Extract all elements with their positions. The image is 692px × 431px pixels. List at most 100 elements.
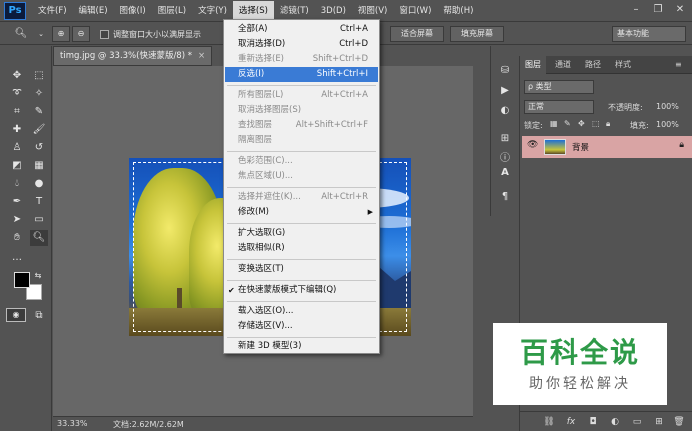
foreground-color-swatch[interactable] [14, 272, 30, 288]
adjustments-panel-icon[interactable]: ◐ [495, 102, 515, 120]
type-tool-icon[interactable]: T [30, 194, 48, 210]
magic-wand-icon[interactable]: ✧ [30, 86, 48, 102]
minimize-icon[interactable]: – [628, 2, 644, 18]
history-panel-icon[interactable]: ⛁ [495, 62, 515, 80]
menu-item-deselect[interactable]: 取消选择(D) Ctrl+D [225, 37, 378, 52]
menu-help[interactable]: 帮助(H) [437, 1, 479, 21]
swap-colors-icon[interactable]: ⇆ [32, 268, 44, 284]
eyedropper-icon[interactable]: ✎ [30, 104, 48, 120]
menu-item-modify[interactable]: 修改(M) ▶ [225, 205, 378, 220]
zoom-out-icon[interactable]: ⊖ [72, 26, 90, 42]
path-select-icon[interactable]: ➤ [8, 212, 26, 228]
adjustment-layer-icon[interactable]: ◐ [608, 415, 622, 429]
link-layers-icon[interactable]: ⛓︎ [542, 415, 556, 429]
menu-3d[interactable]: 3D(D) [315, 1, 352, 21]
zoom-tool-preset-icon[interactable]: 🔍︎ [12, 26, 30, 42]
lock-transparent-icon[interactable]: ▦ [550, 119, 558, 128]
eye-icon[interactable]: 👁︎ [527, 140, 538, 150]
properties-panel-icon[interactable]: ⊞ [495, 130, 515, 148]
menu-item-similar[interactable]: 选取相似(R) [225, 241, 378, 256]
document-title: timg.jpg @ 33.3%(快速蒙版/8) * [60, 51, 192, 61]
tab-layers[interactable]: 图层 [520, 56, 546, 74]
menu-view[interactable]: 视图(V) [352, 1, 393, 21]
tab-styles[interactable]: 样式 [610, 56, 636, 74]
blur-tool-icon[interactable]: 💧︎ [8, 176, 26, 192]
menu-item-find-layers[interactable]: 查找图层 Alt+Shift+Ctrl+F [225, 118, 378, 133]
more-tools-icon[interactable]: … [8, 250, 26, 266]
menu-select[interactable]: 选择(S) [232, 0, 274, 21]
marquee-tool-icon[interactable]: ⬚ [30, 68, 48, 84]
zoom-in-icon[interactable]: ⊕ [52, 26, 70, 42]
zoom-readout[interactable]: 33.33% [57, 419, 88, 428]
menu-item-inverse[interactable]: 反选(I) Shift+Ctrl+I [225, 67, 378, 82]
layer-row-background[interactable]: 👁︎ 背景 🔒︎ [522, 136, 692, 158]
screen-mode-icon[interactable]: ⧉ [30, 308, 48, 324]
menu-edit[interactable]: 编辑(E) [73, 1, 114, 21]
menu-item-focus-area[interactable]: 焦点区域(U)... [225, 169, 378, 184]
history-brush-icon[interactable]: ↺ [30, 140, 48, 156]
hand-tool-icon[interactable]: ✋︎ [8, 230, 26, 246]
brush-tool-icon[interactable]: 🖌︎ [30, 122, 48, 138]
character-panel-icon[interactable]: A [495, 164, 515, 182]
clone-stamp-icon[interactable]: ♙ [8, 140, 26, 156]
eraser-icon[interactable]: ◩ [8, 158, 26, 174]
document-tab[interactable]: timg.jpg @ 33.3%(快速蒙版/8) * × [53, 46, 213, 66]
menu-item-reselect[interactable]: 重新选择(E) Shift+Ctrl+D [225, 52, 378, 67]
trash-icon[interactable]: 🗑︎ [672, 415, 686, 429]
menu-item-transform-selection[interactable]: 变换选区(T) [225, 262, 378, 277]
blend-row: 正常 不透明度: 100% [524, 100, 690, 116]
tab-channels[interactable]: 通道 [550, 56, 576, 74]
lock-position-icon[interactable]: ✥ [578, 119, 585, 128]
lock-all-icon[interactable]: 🔒︎ [606, 119, 610, 129]
menu-item-grow[interactable]: 扩大选取(G) [225, 226, 378, 241]
menu-file[interactable]: 文件(F) [32, 1, 73, 21]
move-tool-icon[interactable]: ✥ [8, 68, 26, 84]
fill-screen-button[interactable]: 填充屏幕 [450, 26, 504, 42]
pen-tool-icon[interactable]: ✒ [8, 194, 26, 210]
lasso-tool-icon[interactable]: ➰︎ [8, 86, 26, 102]
zoom-tool-icon[interactable]: 🔍︎ [30, 230, 48, 246]
menu-item-save-selection[interactable]: 存储选区(V)... [225, 319, 378, 334]
tab-paths[interactable]: 路径 [580, 56, 606, 74]
menu-type[interactable]: 文字(Y) [192, 1, 233, 21]
menu-item-quick-mask-edit[interactable]: ✔ 在快速蒙版模式下编辑(Q) [225, 283, 378, 298]
shape-tool-icon[interactable]: ▭ [30, 212, 48, 228]
menu-window[interactable]: 窗口(W) [393, 1, 437, 21]
close-document-icon[interactable]: × [198, 51, 205, 61]
add-mask-icon[interactable]: ◘ [586, 415, 600, 429]
healing-brush-icon[interactable]: ✚ [8, 122, 26, 138]
lock-artboard-icon[interactable]: ⬚ [592, 119, 600, 128]
menu-item-color-range[interactable]: 色彩范围(C)... [225, 154, 378, 169]
menu-item-deselect-layers[interactable]: 取消选择图层(S) [225, 103, 378, 118]
lock-pixels-icon[interactable]: ✎ [564, 119, 571, 128]
panel-menu-icon[interactable]: ≡ [670, 56, 687, 74]
new-group-icon[interactable]: ▭ [630, 415, 644, 429]
workspace-select[interactable]: 基本功能 [612, 26, 686, 42]
close-icon[interactable]: ✕ [672, 2, 688, 18]
menu-item-new-3d-model[interactable]: 新建 3D 模型(3) [225, 339, 378, 354]
opacity-value[interactable]: 100% [656, 102, 679, 111]
fit-screen-button[interactable]: 适合屏幕 [390, 26, 444, 42]
new-layer-icon[interactable]: ⊞ [652, 415, 666, 429]
menu-image[interactable]: 图像(I) [114, 1, 152, 21]
actions-panel-icon[interactable]: ▶ [495, 82, 515, 100]
quick-mask-icon[interactable]: ◉ [6, 308, 26, 322]
menu-filter[interactable]: 滤镜(T) [274, 1, 315, 21]
menu-item-load-selection[interactable]: 载入选区(O)... [225, 304, 378, 319]
menu-item-all-layers[interactable]: 所有图层(L) Alt+Ctrl+A [225, 88, 378, 103]
blend-mode-select[interactable]: 正常 [524, 100, 594, 114]
dodge-tool-icon[interactable]: ● [30, 176, 48, 192]
layer-filter-select[interactable]: ρ 类型 [524, 80, 594, 94]
menu-item-select-all[interactable]: 全部(A) Ctrl+A [225, 22, 378, 37]
menu-layer[interactable]: 图层(L) [152, 1, 192, 21]
chevron-down-icon[interactable]: ⌄ [32, 26, 50, 42]
restore-icon[interactable]: ❐ [650, 2, 666, 18]
fill-value[interactable]: 100% [656, 120, 679, 129]
crop-tool-icon[interactable]: ⌗ [8, 104, 26, 120]
resize-windows-checkbox[interactable] [100, 30, 109, 39]
gradient-icon[interactable]: ▦ [30, 158, 48, 174]
fx-icon[interactable]: fx [564, 415, 578, 429]
menu-item-select-and-mask[interactable]: 选择并遮住(K)... Alt+Ctrl+R [225, 190, 378, 205]
menu-item-isolate-layers[interactable]: 隔离图层 [225, 133, 378, 148]
paragraph-panel-icon[interactable]: ¶ [495, 188, 515, 206]
